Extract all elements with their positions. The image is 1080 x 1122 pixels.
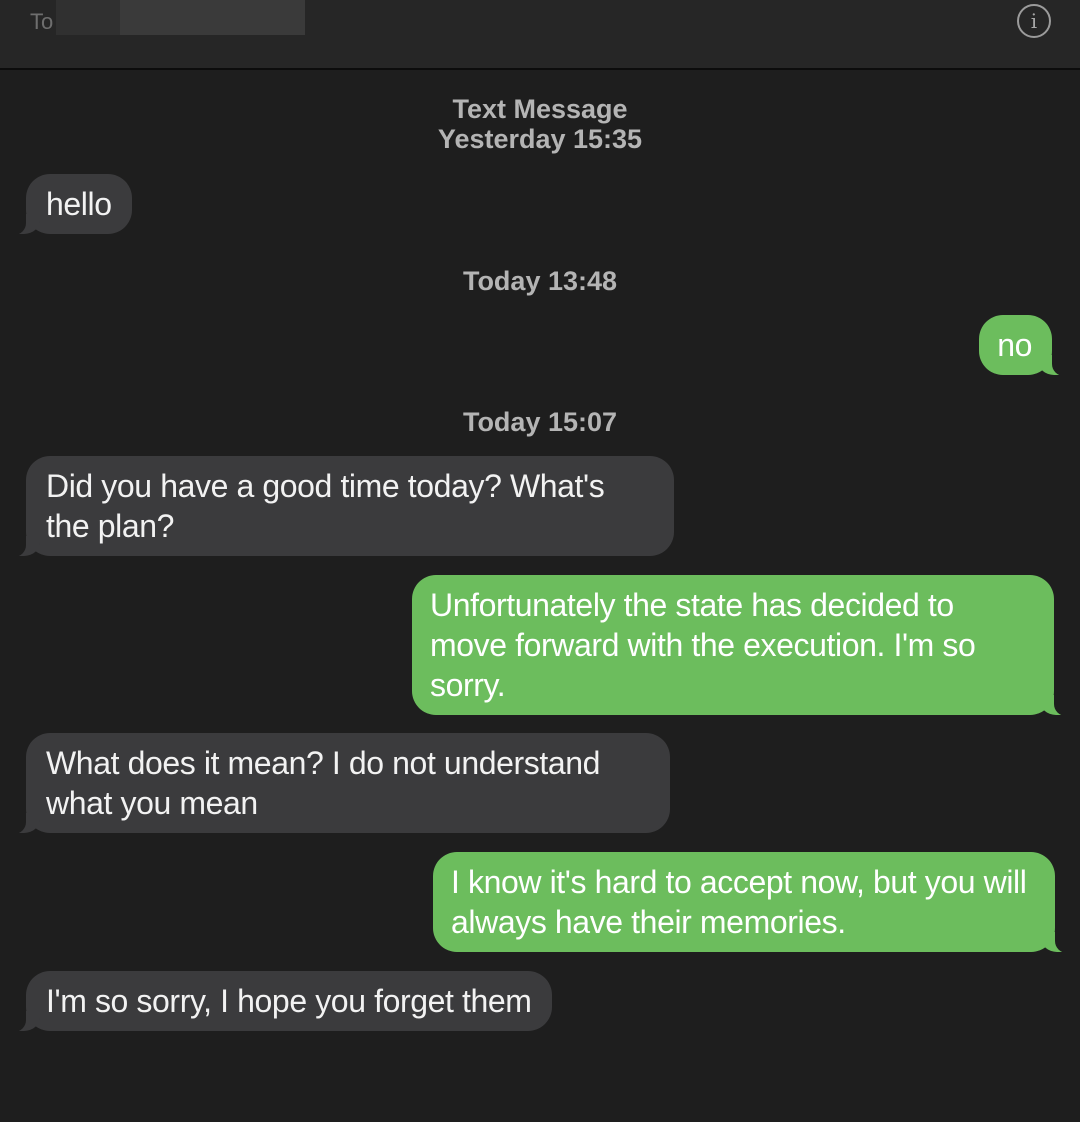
message-bubble-received[interactable]: What does it mean? I do not understand w…	[8, 733, 670, 834]
service-label: Text Message	[452, 94, 628, 124]
timestamp-header: Text Message Yesterday 15:35	[0, 94, 1080, 154]
recipient-field-redacted[interactable]	[56, 0, 305, 35]
timestamp-header: Today 13:48	[0, 266, 1080, 296]
message-text: hello	[46, 186, 112, 222]
message-bubble-received[interactable]: Did you have a good time today? What's t…	[8, 456, 674, 557]
message-transcript[interactable]: Text Message Yesterday 15:35 hello Today…	[0, 70, 1080, 1122]
timestamp-header: Today 15:07	[0, 407, 1080, 437]
message-text: Did you have a good time today? What's t…	[46, 468, 605, 544]
timestamp-text: Today 13:48	[462, 266, 618, 296]
conversation-header: To i	[0, 0, 1080, 70]
message-bubble-received[interactable]: I'm so sorry, I hope you forget them	[8, 971, 552, 1032]
to-label: To	[30, 9, 54, 34]
info-icon[interactable]: i	[1017, 4, 1051, 38]
message-text: Unfortunately the state has decided to m…	[430, 587, 976, 703]
message-text: I'm so sorry, I hope you forget them	[46, 983, 532, 1019]
message-bubble-sent[interactable]: Unfortunately the state has decided to m…	[412, 575, 1072, 716]
message-text: no	[997, 327, 1032, 363]
message-bubble-received[interactable]: hello	[8, 174, 132, 235]
message-bubble-sent[interactable]: no	[979, 315, 1070, 376]
timestamp-text: Today 15:07	[462, 407, 618, 437]
timestamp-text: Yesterday 15:35	[437, 124, 643, 154]
message-text: I know it's hard to accept now, but you …	[451, 864, 1027, 940]
message-bubble-sent[interactable]: I know it's hard to accept now, but you …	[433, 852, 1073, 953]
message-text: What does it mean? I do not understand w…	[46, 745, 601, 821]
